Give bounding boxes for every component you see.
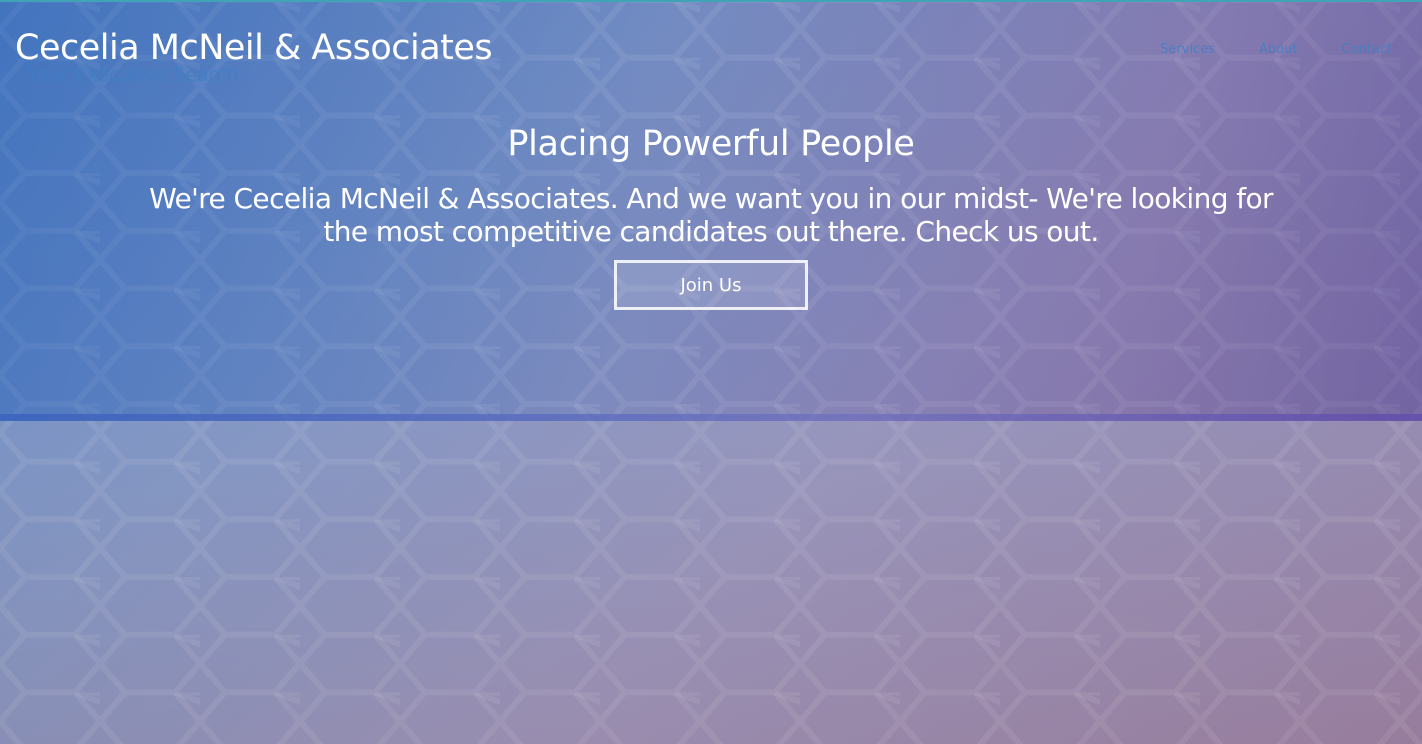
nav-link-services[interactable]: Services: [1160, 42, 1215, 57]
nav-link-about[interactable]: About: [1259, 42, 1297, 57]
page: Cecelia McNeil & Associates Your Executi…: [0, 0, 1422, 744]
top-accent-line: [0, 0, 1422, 2]
site-tagline: Your Executive Search: [28, 64, 239, 86]
join-us-button[interactable]: Join Us: [614, 260, 808, 310]
lower-section-overlay: [0, 421, 1422, 744]
hero-description: We're Cecelia McNeil & Associates. And w…: [149, 182, 1273, 248]
main-nav: Services About Contact: [1160, 42, 1392, 57]
nav-link-contact[interactable]: Contact: [1341, 42, 1392, 57]
hero-divider: [0, 414, 1422, 421]
site-title[interactable]: Cecelia McNeil & Associates: [15, 28, 493, 68]
hero-title: Placing Powerful People: [507, 124, 915, 164]
hero-section: Placing Powerful People We're Cecelia Mc…: [0, 124, 1422, 310]
